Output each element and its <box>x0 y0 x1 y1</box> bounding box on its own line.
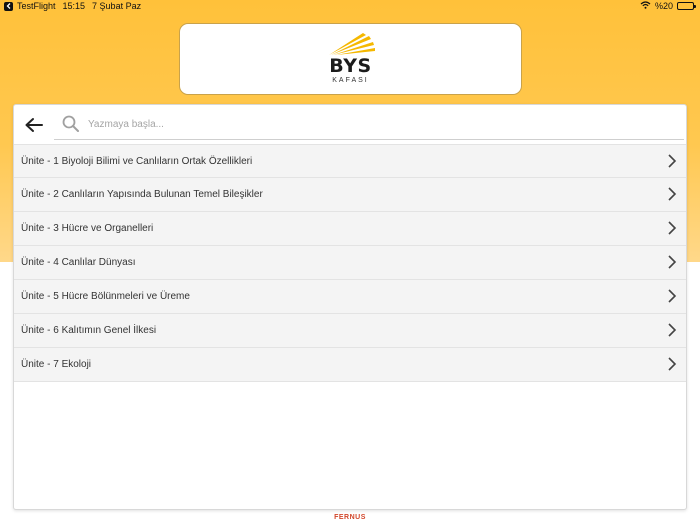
list-item-unit-2[interactable]: Ünite - 2 Canlıların Yapısında Bulunan T… <box>14 178 686 212</box>
units-panel: Ünite - 1 Biyoloji Bilimi ve Canlıların … <box>13 104 687 510</box>
units-list: Ünite - 1 Biyoloji Bilimi ve Canlıların … <box>14 144 686 382</box>
logo-subtext: KAFASI <box>332 77 369 84</box>
back-to-app-icon[interactable] <box>4 1 13 11</box>
status-time: 15:15 <box>62 1 86 11</box>
chevron-right-icon <box>668 255 677 269</box>
list-item-unit-5[interactable]: Ünite - 5 Hücre Bölünmeleri ve Üreme <box>14 280 686 314</box>
chevron-right-icon <box>668 289 677 303</box>
logo-rays-icon <box>328 33 375 55</box>
chevron-right-icon <box>668 323 677 337</box>
list-item-label: Ünite - 3 Hücre ve Organelleri <box>21 223 154 234</box>
list-item-label: Ünite - 1 Biyoloji Bilimi ve Canlıların … <box>21 156 253 167</box>
status-date: 7 Şubat Paz <box>92 1 142 11</box>
list-item-label: Ünite - 7 Ekoloji <box>21 359 92 370</box>
list-item-label: Ünite - 6 Kalıtımın Genel İlkesi <box>21 325 157 336</box>
status-bar-left: TestFlight 15:15 7 Şubat Paz <box>4 1 141 11</box>
search-field[interactable] <box>54 106 684 140</box>
arrow-left-icon <box>25 118 43 132</box>
list-item-unit-6[interactable]: Ünite - 6 Kalıtımın Genel İlkesi <box>14 314 686 348</box>
list-item-unit-7[interactable]: Ünite - 7 Ekoloji <box>14 348 686 382</box>
list-item-unit-4[interactable]: Ünite - 4 Canlılar Dünyası <box>14 246 686 280</box>
footer-brand: FERNUS <box>334 514 366 521</box>
search-icon <box>62 115 79 132</box>
battery-icon <box>677 2 696 10</box>
status-bar: TestFlight 15:15 7 Şubat Paz %20 <box>0 0 700 14</box>
status-app-name[interactable]: TestFlight <box>17 1 56 11</box>
search-row <box>14 105 686 143</box>
status-bar-right: %20 <box>640 1 696 11</box>
chevron-right-icon <box>668 187 677 201</box>
logo-text: BYS <box>329 55 372 77</box>
back-button[interactable] <box>22 113 46 137</box>
logo-card: BYS KAFASI <box>179 23 522 95</box>
search-input[interactable] <box>88 114 668 134</box>
list-item-unit-3[interactable]: Ünite - 3 Hücre ve Organelleri <box>14 212 686 246</box>
bys-logo: BYS KAFASI <box>321 31 381 87</box>
wifi-icon <box>640 1 651 11</box>
chevron-right-icon <box>668 221 677 235</box>
battery-percent: %20 <box>654 1 673 11</box>
list-item-unit-1[interactable]: Ünite - 1 Biyoloji Bilimi ve Canlıların … <box>14 144 686 178</box>
chevron-right-icon <box>668 357 677 371</box>
list-item-label: Ünite - 5 Hücre Bölünmeleri ve Üreme <box>21 291 190 302</box>
list-item-label: Ünite - 4 Canlılar Dünyası <box>21 257 136 268</box>
list-item-label: Ünite - 2 Canlıların Yapısında Bulunan T… <box>21 189 263 200</box>
chevron-right-icon <box>668 154 677 168</box>
